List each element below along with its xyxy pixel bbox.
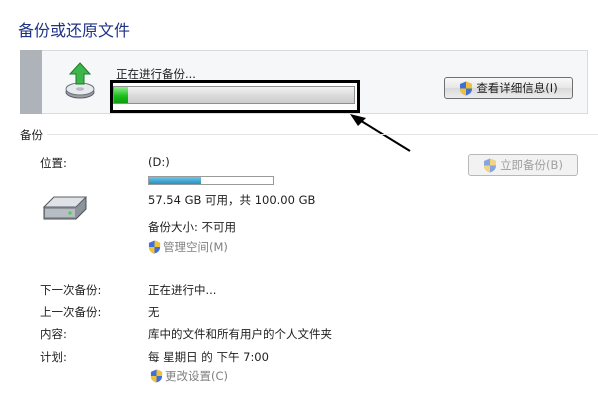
disk-usage-bar [148,176,274,185]
content-label: 内容: [40,327,67,341]
page-title: 备份或还原文件 [18,21,131,40]
disk-free-text: 57.54 GB 可用，共 100.00 GB [148,193,316,207]
disk-usage-fill [149,177,202,184]
backup-now-label: 立即备份(B) [500,158,563,172]
shield-icon [150,369,163,383]
panel-accent-stripe [20,50,42,114]
change-settings-link[interactable]: 更改设置(C) [150,368,228,384]
change-settings-label: 更改设置(C) [165,369,229,383]
backup-size-text: 备份大小: 不可用 [148,220,237,234]
last-backup-label: 上一次备份: [40,305,102,319]
shield-icon [484,158,497,172]
view-details-button[interactable]: 查看详细信息(I) [444,77,573,99]
manage-space-label: 管理空间(M) [163,240,228,254]
annotation-arrow-icon [350,114,411,152]
backup-icon [65,62,95,99]
disk-drive-icon [42,196,88,220]
drive-name: (D:) [148,155,170,169]
view-details-label: 查看详细信息(I) [476,81,558,95]
section-heading: 备份 [20,128,43,142]
schedule-value: 每 星期日 的 下午 7:00 [148,350,269,364]
backup-progress-fill [114,87,128,103]
next-backup-value: 正在进行中... [148,283,217,297]
last-backup-value: 无 [148,305,160,319]
backup-progress-bar [113,86,355,104]
backup-now-button[interactable]: 立即备份(B) [468,154,578,176]
next-backup-label: 下一次备份: [40,283,102,297]
shield-icon [148,240,161,254]
location-label: 位置: [40,156,67,170]
schedule-label: 计划: [40,350,67,364]
section-divider [47,134,598,135]
content-value: 库中的文件和所有用户的个人文件夹 [148,327,332,341]
shield-icon [460,81,473,95]
manage-space-link[interactable]: 管理空间(M) [148,239,228,255]
